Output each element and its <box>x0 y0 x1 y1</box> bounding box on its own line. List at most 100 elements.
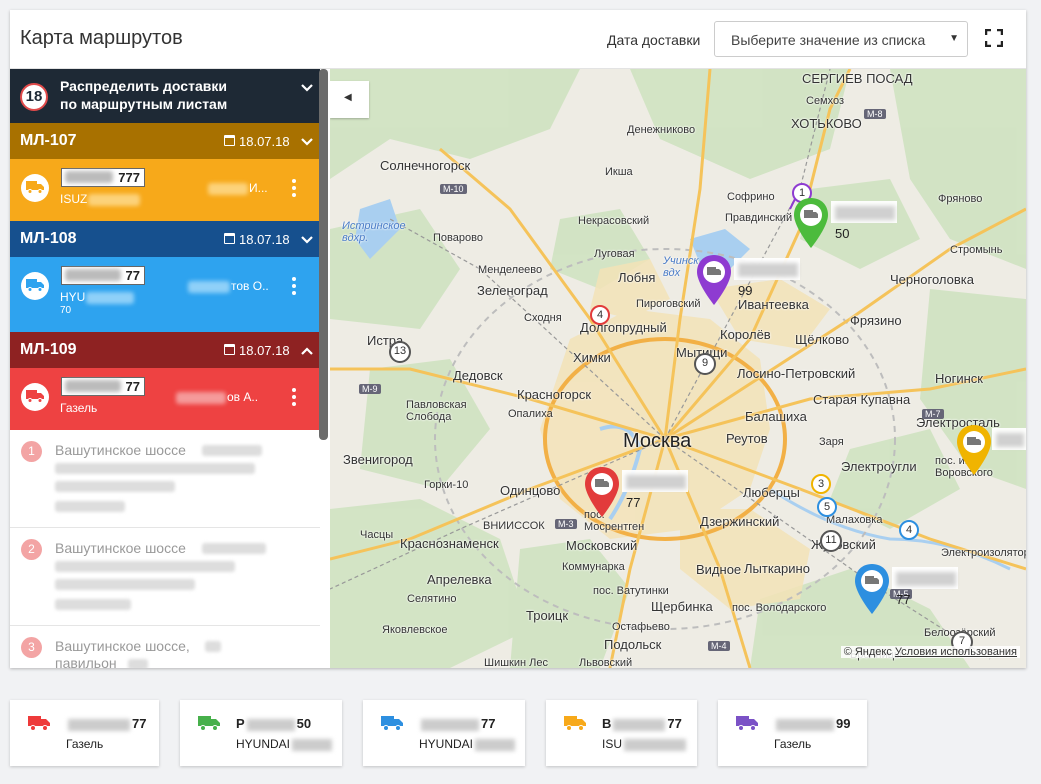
sidebar-scrollbar[interactable] <box>319 69 328 440</box>
stop-address: Вашутинское шоссе <box>55 540 186 556</box>
chevron-down-icon[interactable] <box>301 82 313 94</box>
terms-link[interactable]: Условия использования <box>895 646 1017 658</box>
route-name: МЛ-109 <box>20 341 77 358</box>
truck-icon <box>736 716 758 731</box>
map-label: Балашиха <box>745 409 807 424</box>
route-date: 18.07.18 <box>239 232 290 247</box>
distribute-deliveries-bar[interactable]: 18 Распределить доставки по маршрутным л… <box>10 69 320 123</box>
truck-icon <box>28 716 50 731</box>
plate-number: 77 <box>132 716 147 731</box>
plate-number: 77 <box>667 716 682 731</box>
truck-icon <box>198 716 220 731</box>
map-label: Икша <box>605 166 633 178</box>
road-shield: M-10 <box>440 184 467 194</box>
map-label: Селятино <box>407 593 457 605</box>
vehicle-card[interactable]: 77 Газель <box>10 700 159 766</box>
model-redaction <box>624 738 687 751</box>
plate-number: 99 <box>836 716 851 731</box>
road-shield: M-9 <box>359 384 381 394</box>
truck-icon <box>21 383 49 411</box>
plate-prefix: Р <box>236 716 245 731</box>
stop-marker[interactable]: 9 <box>694 353 716 375</box>
vehicle-pin-label: 77 <box>892 567 958 607</box>
vehicle-card[interactable]: В 77 ISU <box>546 700 697 766</box>
route-date: 18.07.18 <box>239 343 290 358</box>
map-label: Видное <box>696 562 742 577</box>
chevron-down-icon[interactable] <box>301 136 313 148</box>
map-label: Троицк <box>526 608 569 623</box>
delivery-stop-item[interactable]: 1 Вашутинское шоссе <box>10 430 320 528</box>
vehicle-row-ml-109[interactable]: 77 Газель ов А.. <box>10 368 320 430</box>
map-label: Коммунарка <box>562 561 625 573</box>
plate-redaction <box>996 432 1024 447</box>
address-redaction <box>55 599 131 610</box>
vehicle-row-ml-108[interactable]: 77 HYU 70 тов О.. <box>10 257 320 332</box>
model-text: HYUNDAI <box>236 737 291 751</box>
vehicle-card[interactable]: 77 HYUNDAI <box>363 700 525 766</box>
plate-redaction <box>776 718 834 731</box>
map-label: Апрелевка <box>427 572 492 587</box>
map-label: Химки <box>573 350 611 365</box>
route-header-ml-109[interactable]: МЛ-109 18.07.18 <box>10 332 320 368</box>
delivery-stop-item[interactable]: 3 Вашутинское шоссе, павильон <box>10 626 320 668</box>
vehicle-driver: И... <box>249 181 268 195</box>
map-label: Денежниково <box>627 124 696 136</box>
select-caret-icon: ▼ <box>949 33 959 44</box>
more-options-icon[interactable] <box>292 179 296 197</box>
more-options-icon[interactable] <box>292 277 296 295</box>
panel-header: Карта маршрутов Дата доставки Выберите з… <box>10 10 1026 69</box>
map-label: Шишкин Лес <box>484 657 548 668</box>
map-label: Фряново <box>938 193 983 205</box>
stop-marker[interactable]: 13 <box>389 341 411 363</box>
vehicle-card[interactable]: 99 Газель <box>718 700 867 766</box>
plate-redaction <box>896 571 956 586</box>
road-shield: M-4 <box>708 641 730 651</box>
vehicle-card-plate: 77 <box>419 716 495 731</box>
truck-icon <box>564 716 586 731</box>
vehicle-pin-red[interactable]: 77 <box>582 465 688 526</box>
plate-redaction <box>246 718 295 731</box>
calendar-icon <box>224 135 235 146</box>
vehicle-pin-plate: 77 <box>626 495 641 510</box>
map-label: Павловская Слобода <box>406 399 467 423</box>
stop-pin-number: 5 <box>817 497 837 517</box>
chevron-down-icon[interactable] <box>301 234 313 246</box>
route-header-ml-107[interactable]: МЛ-107 18.07.18 <box>10 123 320 159</box>
map-label: Электроугли <box>841 459 917 474</box>
map-view[interactable]: ◀ СЕРГИЕВ ПОСАД Семхоз ХОТЬКОВО Солнечно… <box>330 69 1026 668</box>
caret-left-icon: ◀ <box>344 92 352 103</box>
map-label: Реутов <box>726 431 768 446</box>
driver-redaction <box>188 281 230 293</box>
vehicle-row-ml-107[interactable]: 777 ISUZ И... <box>10 159 320 221</box>
map-copyright: © Яндекс Условия использования <box>840 646 1020 658</box>
delivery-stop-item[interactable]: 2 Вашутинское шоссе <box>10 528 320 626</box>
route-header-ml-108[interactable]: МЛ-108 18.07.18 <box>10 221 320 257</box>
map-pin-icon <box>957 425 991 475</box>
collapse-sidebar-button[interactable]: ◀ <box>330 81 369 118</box>
chevron-up-icon[interactable] <box>301 345 313 357</box>
model-redaction <box>292 738 333 751</box>
vehicle-pin-blue[interactable]: 77 <box>852 562 958 623</box>
plate-redaction <box>68 718 130 731</box>
address-redaction <box>55 561 235 572</box>
stop-number: 3 <box>21 637 42 658</box>
vehicle-pin-yellow[interactable] <box>954 423 1026 484</box>
vehicle-card[interactable]: Р 50 HYUNDAI <box>180 700 342 766</box>
plate-redaction <box>65 380 121 392</box>
vehicle-model: Газель <box>60 401 98 415</box>
vehicle-pin-green[interactable]: 50 <box>791 196 897 257</box>
vehicle-pin-purple[interactable]: 99 <box>694 253 800 314</box>
delivery-date-select[interactable]: Выберите значение из списка ▼ <box>714 21 968 57</box>
map-label: Яковлевское <box>382 624 448 636</box>
model-text: ISU <box>602 737 623 751</box>
fullscreen-icon[interactable] <box>985 29 1003 47</box>
stop-pin-number: 4 <box>590 305 610 325</box>
plate-number: 50 <box>296 716 312 731</box>
stop-pin-number: 4 <box>899 520 919 540</box>
stop-marker[interactable]: 11 <box>820 530 842 552</box>
map-label: Львовский <box>579 657 633 668</box>
more-options-icon[interactable] <box>292 388 296 406</box>
plate-prefix: В <box>602 716 612 731</box>
model-redaction <box>475 738 516 751</box>
map-label: Москва <box>623 430 692 452</box>
